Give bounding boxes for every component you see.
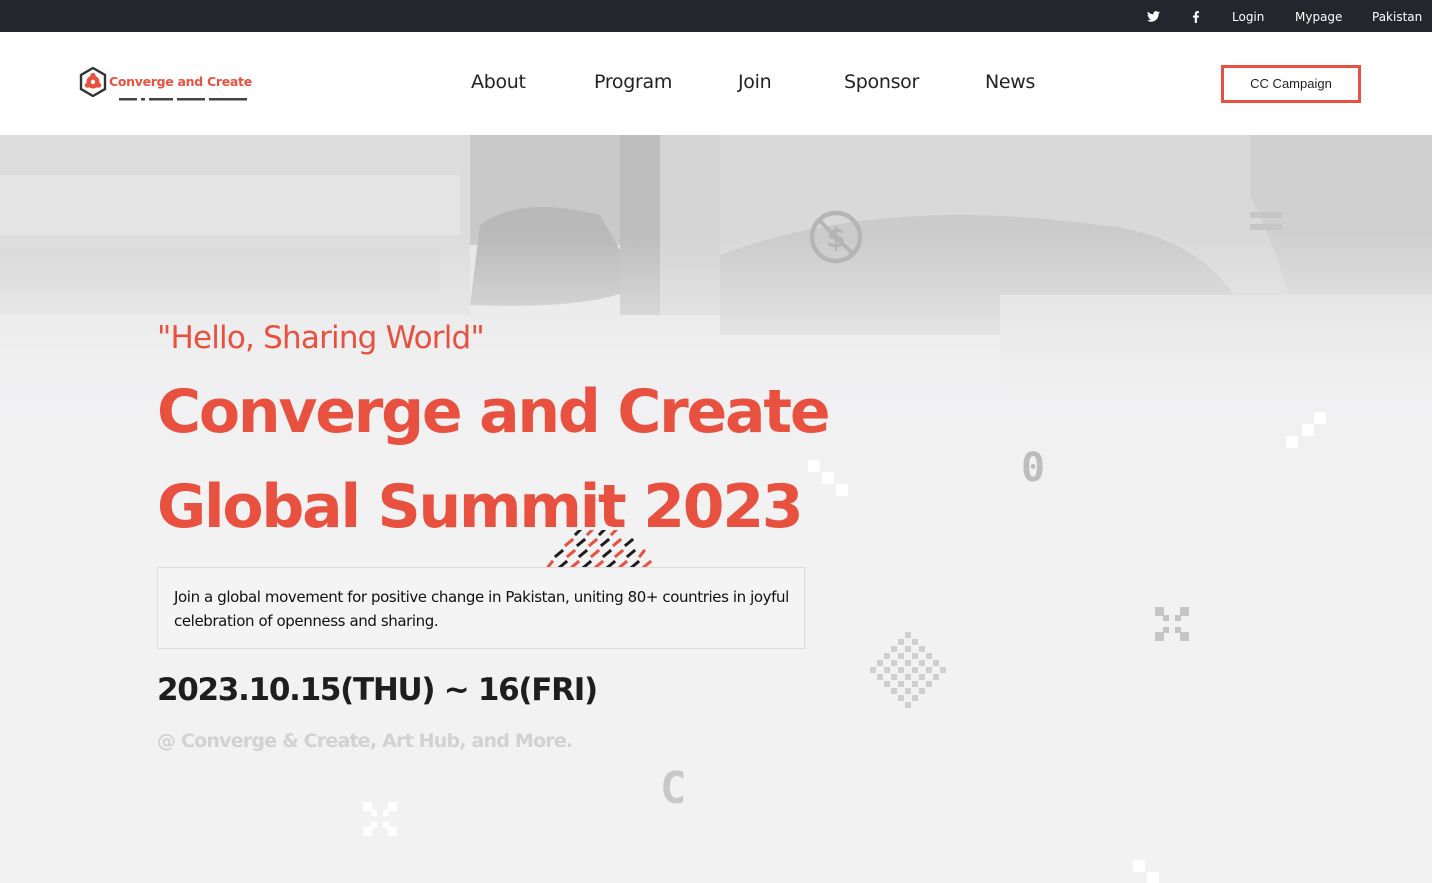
pixel-corner-icon [1133, 860, 1159, 883]
event-date: 2023.10.15(THU) ~ 16(FRI) [157, 672, 598, 708]
nav-program[interactable]: Program [594, 71, 672, 93]
logo-hexagon-icon [79, 67, 107, 97]
diamond-pattern-icon [546, 530, 653, 568]
top-utility-bar: Login Mypage Pakistan [0, 0, 1432, 32]
hero-title-line-1: Converge and Create [157, 377, 831, 447]
dotted-diamond-icon [870, 632, 946, 708]
facebook-icon[interactable] [1192, 0, 1200, 32]
hero-tagline: "Hello, Sharing World" [157, 320, 485, 356]
hero-title-line-2: Global Summit 2023 [157, 472, 804, 542]
login-link[interactable]: Login [1232, 0, 1264, 32]
region-selector[interactable]: Pakistan [1372, 0, 1422, 32]
hero-description-box: Join a global movement for positive chan… [157, 567, 805, 649]
hero-description: Join a global movement for positive chan… [174, 588, 789, 630]
mypage-link[interactable]: Mypage [1295, 0, 1342, 32]
site-logo[interactable]: Converge and Create [79, 65, 264, 105]
hero-section: $ 0 [0, 135, 1432, 883]
event-venue: @ Converge & Create, Art Hub, and More. [157, 730, 573, 752]
pixel-step-icon [808, 460, 848, 496]
twitter-icon[interactable] [1147, 0, 1160, 32]
nav-about[interactable]: About [471, 71, 526, 93]
cross-x-white-icon [363, 802, 397, 836]
nav-join[interactable]: Join [738, 71, 772, 93]
zero-glyph-icon: 0 [1021, 445, 1046, 491]
nav-news[interactable]: News [985, 71, 1035, 93]
logo-subtitle-mark [119, 98, 247, 101]
nav-sponsor[interactable]: Sponsor [844, 71, 919, 93]
pixel-stair-icon [1286, 412, 1326, 448]
cross-x-icon [1155, 607, 1189, 641]
logo-text: Converge and Create [109, 74, 252, 89]
cc-campaign-button[interactable]: CC Campaign [1221, 65, 1361, 103]
dollar-circle-icon: $ [809, 210, 863, 264]
main-header: Converge and Create About Program Join S… [0, 32, 1432, 135]
equals-icon [1250, 212, 1282, 230]
c-glyph-icon: C [660, 763, 687, 814]
